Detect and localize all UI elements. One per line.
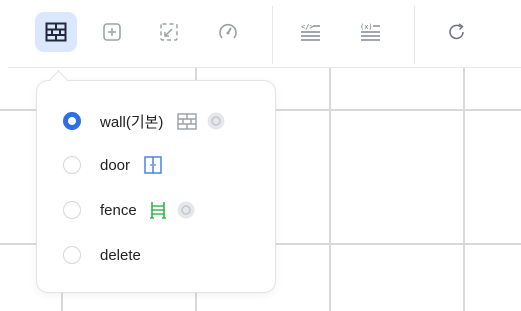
option-door[interactable]: door (63, 153, 162, 177)
toolbar-bottom-border (8, 67, 521, 68)
option-fence-label: fence (100, 201, 137, 219)
resize-tool-button[interactable] (148, 12, 190, 52)
code-view-button[interactable]: </> (289, 12, 331, 52)
expand-corner-icon (160, 23, 178, 41)
plus-square-icon (103, 23, 121, 41)
option-wall-label: wall(기본) (100, 113, 164, 131)
svg-text:(x): (x) (360, 23, 373, 31)
brick-wall-icon (177, 112, 198, 130)
radio-delete[interactable] (63, 246, 81, 264)
toolbar: </> (x) (0, 0, 521, 68)
door-icon (144, 156, 162, 174)
settings-icon[interactable] (177, 201, 195, 219)
radio-fence[interactable] (63, 201, 81, 219)
gauge-icon (219, 23, 237, 39)
add-tool-button[interactable] (91, 12, 133, 52)
radio-wall[interactable] (63, 112, 81, 130)
svg-text:</>: </> (301, 23, 314, 31)
fence-icon (149, 201, 167, 219)
code-lines-icon: </> (301, 23, 320, 41)
option-wall[interactable]: wall(기본) (63, 109, 225, 133)
brick-wall-icon (45, 22, 67, 42)
settings-icon[interactable] (207, 112, 225, 130)
option-delete[interactable]: delete (63, 243, 141, 267)
wall-type-popup: wall(기본) door fence delete (36, 80, 276, 293)
refresh-button[interactable] (436, 12, 478, 52)
option-delete-label: delete (100, 246, 141, 264)
radio-door[interactable] (63, 156, 81, 174)
wall-tool-button[interactable] (35, 12, 77, 52)
toolbar-divider (414, 6, 415, 64)
option-door-label: door (100, 156, 131, 174)
option-fence[interactable]: fence (63, 198, 195, 222)
refresh-icon (449, 23, 464, 40)
variable-view-button[interactable]: (x) (349, 12, 391, 52)
gauge-tool-button[interactable] (207, 12, 249, 52)
toolbar-divider (272, 6, 273, 64)
variable-lines-icon: (x) (360, 23, 380, 41)
